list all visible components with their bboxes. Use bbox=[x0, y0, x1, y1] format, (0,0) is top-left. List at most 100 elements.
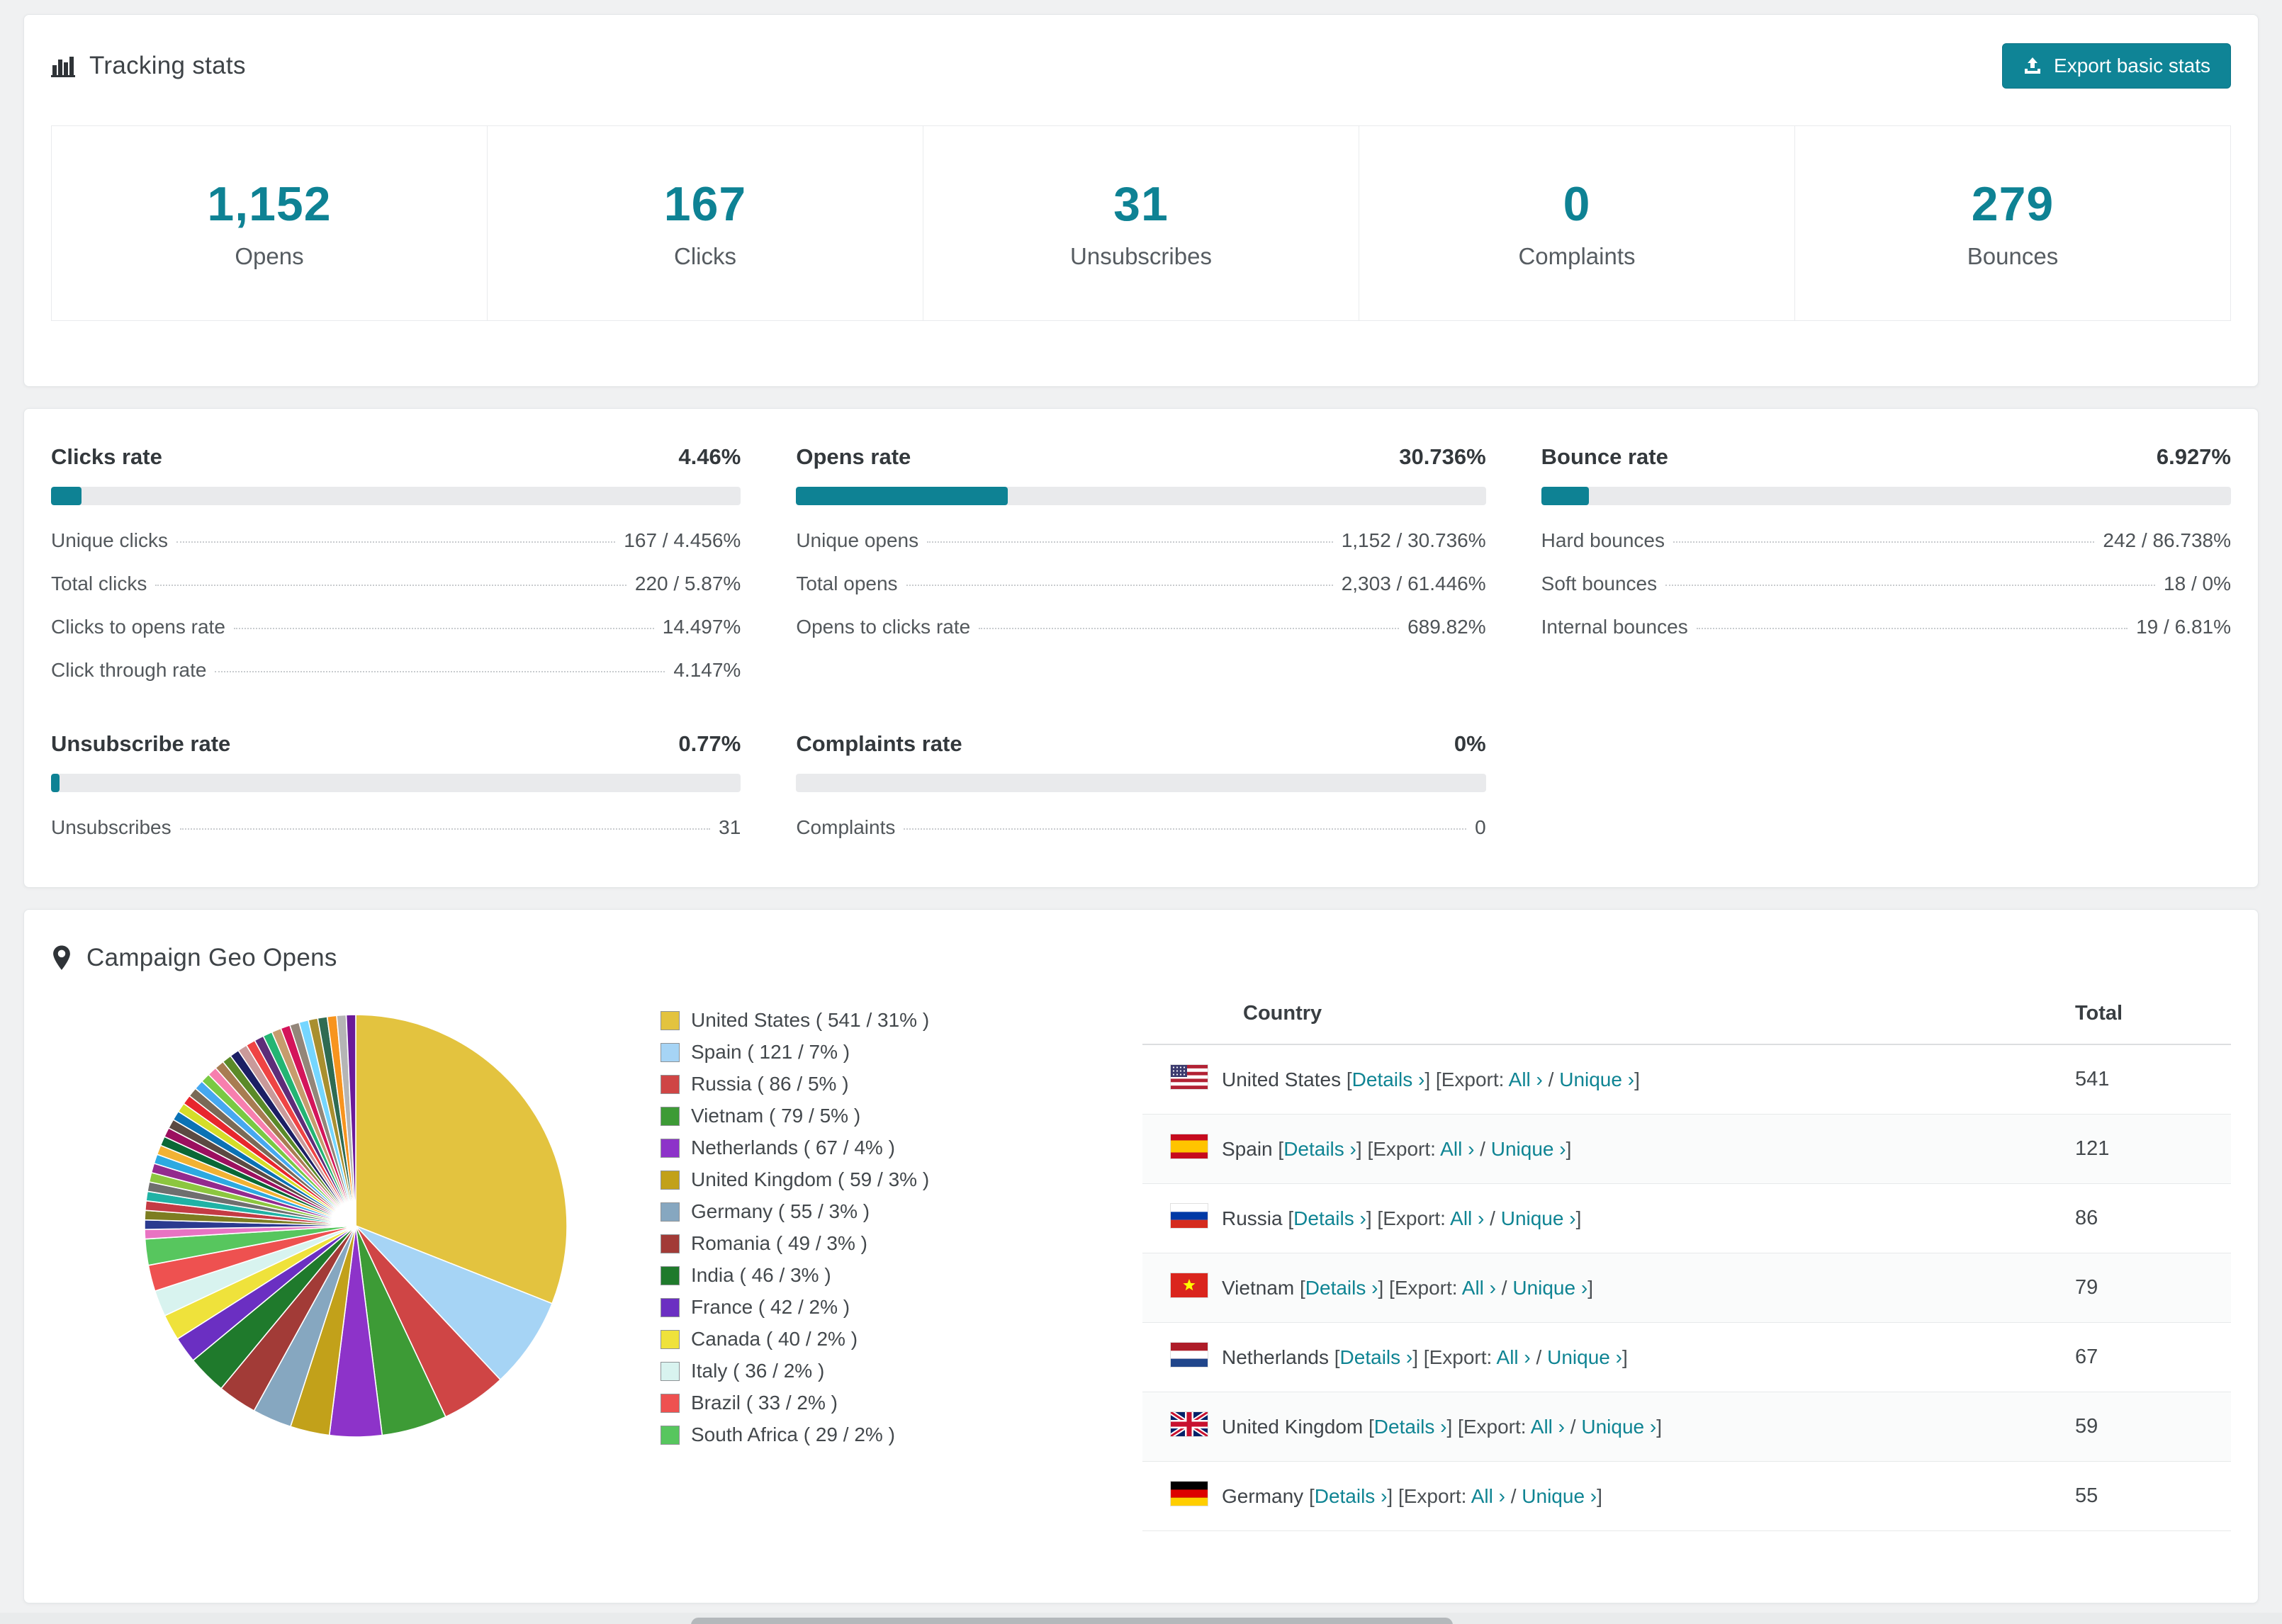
details-link[interactable]: Details › bbox=[1283, 1138, 1356, 1160]
rate-value: 6.927% bbox=[2156, 444, 2231, 469]
stat-label: Opens bbox=[235, 243, 304, 269]
export-unique-link[interactable]: Unique › bbox=[1501, 1207, 1576, 1229]
country-total: 86 bbox=[2075, 1207, 2098, 1229]
stat-value: 167 bbox=[663, 177, 747, 231]
legend-item-vietnam[interactable]: Vietnam ( 79 / 5% ) bbox=[661, 1105, 1128, 1127]
stat-row: Opens to clicks rate 689.82% bbox=[796, 616, 1485, 638]
export-unique-link[interactable]: Unique › bbox=[1491, 1138, 1566, 1160]
export-all-link[interactable]: All › bbox=[1450, 1207, 1484, 1229]
legend-label: Netherlands ( 67 / 4% ) bbox=[691, 1137, 895, 1158]
stat-box-opens: 1,152 Opens bbox=[51, 125, 488, 321]
legend-swatch bbox=[661, 1106, 680, 1126]
legend-label: France ( 42 / 2% ) bbox=[691, 1296, 850, 1318]
country-column-header: Country bbox=[1142, 995, 2061, 1045]
legend-swatch bbox=[661, 1234, 680, 1253]
unsubscribe-rate-panel: Unsubscribe rate 0.77% Unsubscribes 31 bbox=[51, 731, 741, 839]
vn-flag-icon bbox=[1171, 1273, 1208, 1297]
details-link[interactable]: Details › bbox=[1305, 1277, 1378, 1299]
stat-box-unsubscribes: 31 Unsubscribes bbox=[923, 125, 1359, 321]
stat-value: 31 bbox=[1113, 177, 1169, 231]
map-pin-icon bbox=[51, 944, 72, 971]
legend-label: Brazil ( 33 / 2% ) bbox=[691, 1392, 838, 1414]
export-all-link[interactable]: All › bbox=[1497, 1346, 1531, 1368]
nl-flag-icon bbox=[1171, 1343, 1208, 1367]
country-name: Netherlands bbox=[1222, 1346, 1334, 1368]
legend-item-italy[interactable]: Italy ( 36 / 2% ) bbox=[661, 1360, 1128, 1382]
legend-label: Vietnam ( 79 / 5% ) bbox=[691, 1105, 861, 1127]
export-unique-link[interactable]: Unique › bbox=[1581, 1416, 1656, 1438]
legend-swatch bbox=[661, 1010, 680, 1030]
details-link[interactable]: Details › bbox=[1352, 1068, 1425, 1090]
country-total: 541 bbox=[2075, 1068, 2110, 1090]
legend-item-united-states[interactable]: United States ( 541 / 31% ) bbox=[661, 1009, 1128, 1032]
legend-item-germany[interactable]: Germany ( 55 / 3% ) bbox=[661, 1200, 1128, 1223]
stat-row-value: 19 / 6.81% bbox=[2136, 616, 2231, 638]
legend-item-france[interactable]: France ( 42 / 2% ) bbox=[661, 1296, 1128, 1319]
geo-opens-pie-chart bbox=[144, 1014, 568, 1438]
stat-value: 279 bbox=[1971, 177, 2055, 231]
progress-bar bbox=[796, 774, 1486, 792]
stat-box-clicks: 167 Clicks bbox=[488, 125, 923, 321]
export-unique-link[interactable]: Unique › bbox=[1512, 1277, 1587, 1299]
export-unique-link[interactable]: Unique › bbox=[1559, 1068, 1634, 1090]
legend-item-canada[interactable]: Canada ( 40 / 2% ) bbox=[661, 1328, 1128, 1350]
legend-item-brazil[interactable]: Brazil ( 33 / 2% ) bbox=[661, 1392, 1128, 1414]
legend-item-spain[interactable]: Spain ( 121 / 7% ) bbox=[661, 1041, 1128, 1064]
legend-swatch bbox=[661, 1042, 680, 1062]
geo-table-row-es: Spain [Details ›] [Export: All › / Uniqu… bbox=[1142, 1114, 2231, 1184]
details-link[interactable]: Details › bbox=[1374, 1416, 1447, 1438]
legend-item-netherlands[interactable]: Netherlands ( 67 / 4% ) bbox=[661, 1137, 1128, 1159]
stat-row: Clicks to opens rate 14.497% bbox=[51, 616, 741, 638]
stat-row-value: 689.82% bbox=[1407, 616, 1486, 638]
country-flag-cell bbox=[1142, 1115, 1222, 1184]
progress-bar bbox=[796, 487, 1486, 505]
country-cell: Vietnam [Details ›] [Export: All › / Uni… bbox=[1222, 1276, 1593, 1299]
legend-swatch bbox=[661, 1265, 680, 1285]
legend-item-india[interactable]: India ( 46 / 3% ) bbox=[661, 1264, 1128, 1287]
export-all-link[interactable]: All › bbox=[1509, 1068, 1543, 1090]
stat-row-label: Click through rate bbox=[51, 659, 207, 681]
dotted-leader bbox=[155, 585, 626, 586]
export-unique-link[interactable]: Unique › bbox=[1522, 1485, 1597, 1507]
stat-row-value: 31 bbox=[719, 816, 741, 838]
details-link[interactable]: Details › bbox=[1315, 1485, 1388, 1507]
export-basic-stats-button[interactable]: Export basic stats bbox=[2002, 43, 2231, 89]
legend-item-south-africa[interactable]: South Africa ( 29 / 2% ) bbox=[661, 1423, 1128, 1446]
rate-title: Opens rate bbox=[796, 444, 911, 469]
stat-row: Unique clicks 167 / 4.456% bbox=[51, 529, 741, 552]
rate-title: Unsubscribe rate bbox=[51, 731, 231, 756]
stat-row-value: 242 / 86.738% bbox=[2103, 529, 2231, 551]
stat-box-bounces: 279 Bounces bbox=[1795, 125, 2231, 321]
stat-row: Hard bounces 242 / 86.738% bbox=[1541, 529, 2231, 552]
legend-item-united-kingdom[interactable]: United Kingdom ( 59 / 3% ) bbox=[661, 1168, 1128, 1191]
stat-row-label: Soft bounces bbox=[1541, 573, 1658, 594]
export-all-link[interactable]: All › bbox=[1471, 1485, 1505, 1507]
details-link[interactable]: Details › bbox=[1293, 1207, 1366, 1229]
details-link[interactable]: Details › bbox=[1340, 1346, 1413, 1368]
country-cell: Netherlands [Details ›] [Export: All › /… bbox=[1222, 1346, 1628, 1368]
stat-label: Clicks bbox=[674, 243, 736, 269]
rates-card: Clicks rate 4.46% Unique clicks 167 / 4.456… bbox=[23, 408, 2259, 888]
geo-opens-title: Campaign Geo Opens bbox=[51, 944, 2231, 972]
geo-table-row-vn: Vietnam [Details ›] [Export: All › / Uni… bbox=[1142, 1253, 2231, 1323]
stat-row-value: 167 / 4.456% bbox=[624, 529, 741, 551]
export-unique-link[interactable]: Unique › bbox=[1547, 1346, 1622, 1368]
stat-row-label: Total opens bbox=[796, 573, 898, 594]
export-all-link[interactable]: All › bbox=[1531, 1416, 1565, 1438]
stat-row: Soft bounces 18 / 0% bbox=[1541, 573, 2231, 595]
legend-item-russia[interactable]: Russia ( 86 / 5% ) bbox=[661, 1073, 1128, 1095]
horizontal-scrollbar-track[interactable] bbox=[0, 1613, 2282, 1624]
legend-item-romania[interactable]: Romania ( 49 / 3% ) bbox=[661, 1232, 1128, 1255]
stat-box-complaints: 0 Complaints bbox=[1359, 125, 1795, 321]
horizontal-scrollbar-thumb[interactable] bbox=[691, 1618, 1453, 1624]
country-flag-cell bbox=[1142, 1462, 1222, 1531]
dotted-leader bbox=[215, 671, 665, 672]
export-all-link[interactable]: All › bbox=[1462, 1277, 1496, 1299]
export-all-link[interactable]: All › bbox=[1440, 1138, 1474, 1160]
country-cell: Russia [Details ›] [Export: All › / Uniq… bbox=[1222, 1207, 1582, 1229]
legend-label: Russia ( 86 / 5% ) bbox=[691, 1073, 849, 1095]
tracking-stats-title: Tracking stats bbox=[51, 52, 246, 80]
geo-opens-table: Country Total United States [Details ›] … bbox=[1142, 995, 2231, 1531]
pie-chart-area bbox=[51, 993, 661, 1445]
dotted-leader bbox=[179, 828, 711, 830]
